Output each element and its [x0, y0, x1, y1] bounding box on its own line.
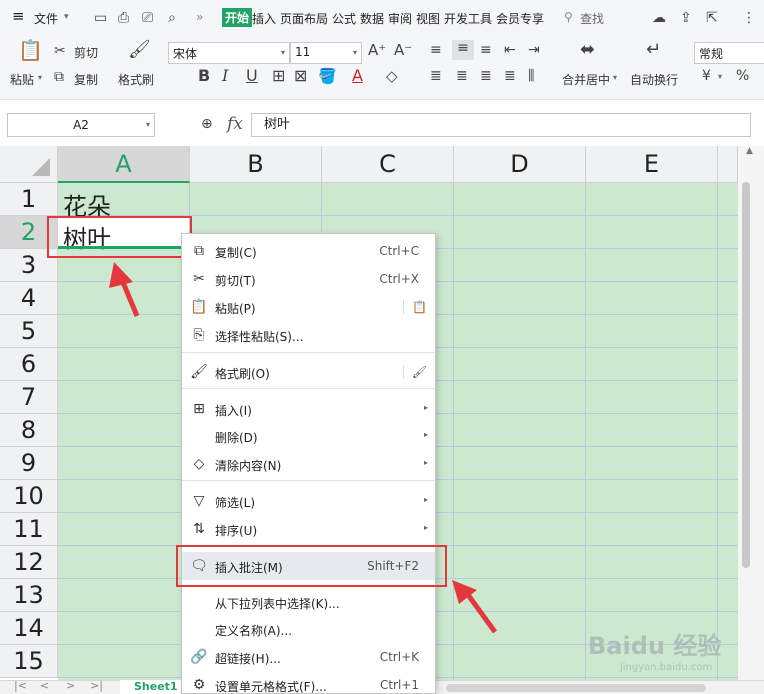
watermark-url: jingyan.baidu.com	[620, 662, 713, 673]
baidu-watermark: Baidu 经验 jingyan.baidu.com	[588, 626, 758, 680]
arrow-to-a2-icon	[109, 262, 140, 317]
annotation-arrows	[109, 262, 498, 634]
arrow-to-insert-comment-icon	[452, 580, 498, 634]
watermark-brand: Baidu 经验	[588, 632, 722, 660]
spreadsheet-window: ≡ 文件 ▾ ▭ ⎙ ⎚ ⌕ » 开始 插入 页面布局 公式 数据 审阅 视图 …	[0, 0, 764, 694]
